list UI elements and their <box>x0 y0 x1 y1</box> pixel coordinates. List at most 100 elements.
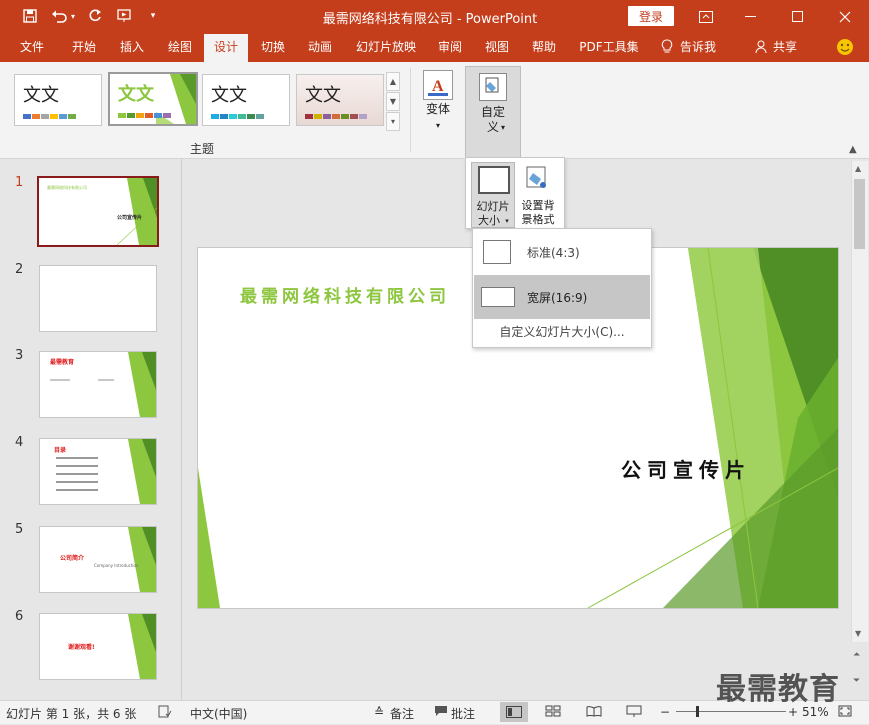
theme-facet-selected[interactable]: 文文 <box>108 72 198 126</box>
present-from-start-icon[interactable] <box>115 6 135 26</box>
minimize-icon[interactable] <box>728 0 774 33</box>
customize-icon <box>479 73 507 101</box>
theme-office[interactable]: 文文 <box>14 74 102 126</box>
slide-sorter-icon[interactable] <box>545 705 561 720</box>
save-icon[interactable] <box>20 6 40 26</box>
themes-scroll-down-icon[interactable]: ▼ <box>386 92 400 111</box>
theme-ion-boardroom[interactable]: 文文 <box>296 74 384 126</box>
themes-more-icon[interactable]: ▾ <box>386 112 400 131</box>
zoom-slider[interactable] <box>676 711 786 712</box>
thumb-title: 最需教育 <box>50 359 75 366</box>
watermark-text: 最需教育 <box>716 672 840 707</box>
theme-swatches <box>23 114 77 119</box>
tab-home[interactable]: 开始 <box>64 33 104 62</box>
thumb-line <box>98 379 114 381</box>
format-background-button[interactable]: 设置背 景格式 <box>516 162 560 226</box>
redo-icon[interactable] <box>85 6 105 26</box>
tab-transitions[interactable]: 切换 <box>253 33 293 62</box>
language-status[interactable]: 中文(中国) <box>190 705 247 722</box>
slideshow-view-icon[interactable] <box>626 705 642 720</box>
theme-sample-text: 文文 <box>23 85 59 106</box>
thumb-title: 最需网络科技有限公司 <box>47 185 87 190</box>
thumbnail-slide-5[interactable]: 公司简介 Company Introduction <box>39 526 157 593</box>
collapse-ribbon-icon[interactable]: ▲ <box>849 144 857 155</box>
ribbon-display-options-icon[interactable] <box>683 0 729 33</box>
theme-swatches <box>211 114 265 119</box>
ribbon-tabs: 文件 开始 插入 绘图 设计 切换 动画 幻灯片放映 审阅 视图 帮助 PDF工… <box>0 33 869 62</box>
share-icon[interactable] <box>755 33 769 62</box>
variants-button[interactable]: A 变体 ▾ <box>420 68 456 138</box>
thumb-number: 6 <box>15 609 24 624</box>
slide-subtitle[interactable]: 公司宣传片 <box>621 454 751 483</box>
title-bar: ▾ ▾ 最需网络科技有限公司 - PowerPoint 登录 <box>0 0 869 33</box>
variants-label: 变体 <box>425 102 450 116</box>
thumb-line <box>56 489 98 491</box>
tab-draw[interactable]: 绘图 <box>160 33 200 62</box>
close-icon[interactable] <box>822 0 868 33</box>
tell-me-search[interactable]: 告诉我 <box>680 33 730 62</box>
customize-dropdown-icon: ▾ <box>500 123 505 132</box>
slide-thumbnail-panel: 1 最需网络科技有限公司 公司宣传片 2 3 最需教育 4 目录 5 公司简介 … <box>0 159 182 700</box>
slide-title[interactable]: 最需网络科技有限公司 <box>240 282 450 307</box>
spellcheck-icon[interactable] <box>158 705 172 721</box>
zoom-out-icon[interactable]: − <box>660 705 670 719</box>
thumbnail-slide-3[interactable]: 最需教育 <box>39 351 157 418</box>
customize-qat-icon[interactable]: ▾ <box>143 6 163 26</box>
smiley-feedback-icon[interactable] <box>836 33 854 62</box>
menu-item-standard[interactable]: 标准(4:3) <box>474 230 650 274</box>
reading-view-icon[interactable] <box>586 705 602 720</box>
previous-slide-icon[interactable]: ⏶ <box>853 650 860 660</box>
tab-slideshow[interactable]: 幻灯片放映 <box>350 33 422 62</box>
vertical-scrollbar[interactable]: ▲ ▼ <box>851 161 868 642</box>
variants-dropdown-icon: ▾ <box>435 121 440 130</box>
notes-icon[interactable]: ≙ <box>374 705 384 719</box>
thumb-number: 1 <box>15 175 24 190</box>
zoom-slider-thumb[interactable] <box>696 706 699 717</box>
scroll-thumb[interactable] <box>854 179 865 249</box>
thumbnail-slide-2[interactable] <box>39 265 157 332</box>
thumb-number: 2 <box>15 262 24 277</box>
thumbnail-slide-1[interactable]: 最需网络科技有限公司 公司宣传片 <box>37 176 159 247</box>
themes-scroll-up-icon[interactable]: ▲ <box>386 72 400 91</box>
widescreen-size-icon <box>481 287 515 307</box>
thumbnail-slide-4[interactable]: 目录 <box>39 438 157 505</box>
notes-button[interactable]: 备注 <box>390 705 414 722</box>
tab-view[interactable]: 视图 <box>477 33 517 62</box>
slide-size-button[interactable]: 幻灯片 大小 ▾ <box>471 162 515 228</box>
menu-item-widescreen[interactable]: 宽屏(16:9) <box>474 275 650 319</box>
thumb-line <box>56 457 98 459</box>
maximize-icon[interactable] <box>775 0 821 33</box>
tab-review[interactable]: 审阅 <box>430 33 470 62</box>
tab-pdf-tools[interactable]: PDF工具集 <box>574 33 644 62</box>
tab-file[interactable]: 文件 <box>12 33 52 62</box>
fit-to-window-icon[interactable] <box>838 705 852 720</box>
tab-insert[interactable]: 插入 <box>112 33 152 62</box>
comments-icon[interactable] <box>434 705 448 720</box>
svg-text:A: A <box>432 78 444 95</box>
themes-group-label: 主题 <box>190 142 215 156</box>
thumb-subtitle: Company Introduction <box>94 563 139 568</box>
customize-label-line1: 自定 <box>480 105 505 119</box>
menu-item-label: 宽屏(16:9) <box>527 291 588 305</box>
theme-integral[interactable]: 文文 <box>202 74 290 126</box>
normal-view-icon[interactable] <box>500 702 528 722</box>
share-button[interactable]: 共享 <box>770 33 800 62</box>
slide-count-status: 幻灯片 第 1 张，共 6 张 <box>6 707 137 721</box>
thumb-title: 目录 <box>54 447 67 454</box>
undo-icon[interactable] <box>50 6 70 26</box>
thumb-subtitle: 公司宣传片 <box>117 215 143 221</box>
menu-item-custom-size[interactable]: 自定义幻灯片大小(C)... <box>473 323 651 340</box>
customize-button[interactable]: 自定 义 ▾ <box>465 66 521 160</box>
comments-button[interactable]: 批注 <box>451 705 475 722</box>
tab-design[interactable]: 设计 <box>204 34 248 62</box>
thumb-number: 4 <box>15 435 24 450</box>
scroll-up-icon[interactable]: ▲ <box>855 164 861 173</box>
next-slide-icon[interactable]: ⏷ <box>853 676 860 686</box>
login-button[interactable]: 登录 <box>628 6 674 26</box>
tab-help[interactable]: 帮助 <box>524 33 564 62</box>
undo-dropdown-icon[interactable]: ▾ <box>68 6 78 26</box>
scroll-down-icon[interactable]: ▼ <box>855 629 861 638</box>
thumbnail-slide-6[interactable]: 谢谢观看! <box>39 613 157 680</box>
tab-animations[interactable]: 动画 <box>300 33 340 62</box>
theme-swatches <box>305 114 368 119</box>
